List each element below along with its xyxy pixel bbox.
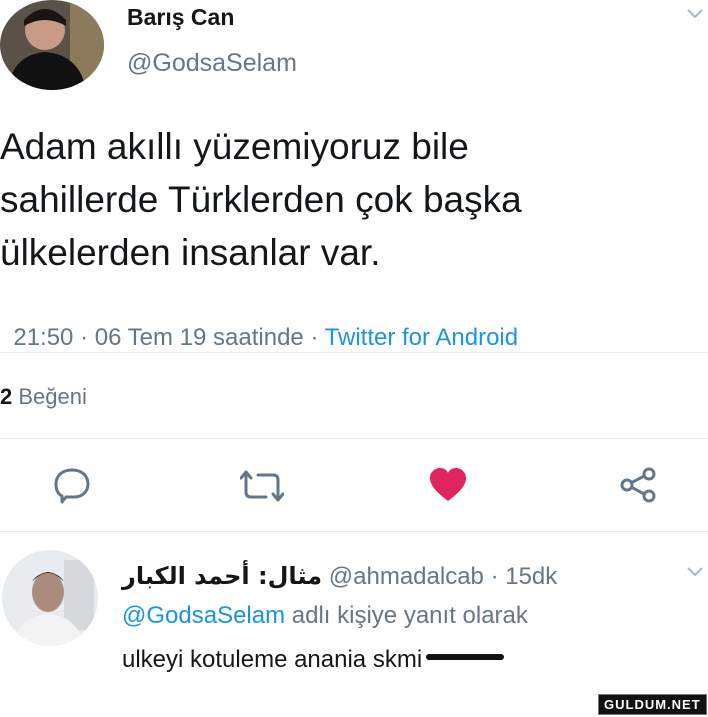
reply-age[interactable]: · 15dk [491,563,558,590]
reply-handle[interactable]: @ahmadalcab [329,563,484,590]
tweet-text-line: ülkelerden insanlar var. [0,232,381,273]
reply-struck-text: skmi [372,646,423,673]
tweet-meta: 21:50 · 06 Tem 19 saatinde · Twitter for… [0,296,518,352]
reply-text-body: ulkeyi kotuleme anania [122,646,367,673]
retweet-icon[interactable] [240,470,284,502]
tweet-timestamp[interactable]: 21:50 · 06 Tem 19 saatinde · [13,324,324,351]
author-handle[interactable]: @GodsaSelam [127,49,297,78]
share-icon[interactable] [618,466,658,504]
reply-to-link[interactable]: @GodsaSelam [122,602,285,629]
divider [0,531,708,532]
chevron-down-icon[interactable] [686,8,704,20]
watermark: GULDUM.NET [598,694,707,715]
reply-to-suffix: adlı kişiye yanıt olarak [291,602,528,629]
divider [0,352,708,353]
reply-context: @GodsaSelam adlı kişiye yanıt olarak [122,602,528,630]
tweet-text: Adam akıllı yüzemiyoruz bile sahillerde … [0,120,522,279]
author-avatar[interactable] [0,0,104,90]
tweet-source[interactable]: Twitter for Android [325,324,518,351]
reply-icon[interactable] [52,466,92,504]
likes-label: Beğeni [18,384,87,409]
reply-author-name[interactable]: مثال: أحمد الكبار [122,562,322,590]
tweet-text-line: Adam akıllı yüzemiyoruz bile [0,126,469,167]
reply-avatar[interactable] [2,550,98,646]
heart-icon[interactable] [428,467,468,503]
likes-number: 2 [0,384,13,409]
author-name[interactable]: Barış Can [127,4,234,31]
tweet-text-line: sahillerde Türklerden çok başka [0,179,522,220]
likes-count[interactable]: 2 Beğeni [0,384,87,410]
reply-header: مثال: أحمد الكبار @ahmadalcab · 15dk [122,562,557,591]
chevron-down-icon[interactable] [686,566,704,578]
divider [0,438,708,439]
strikeout-mark [426,654,504,660]
reply-text: ulkeyi kotuleme anania skmi [122,646,504,674]
